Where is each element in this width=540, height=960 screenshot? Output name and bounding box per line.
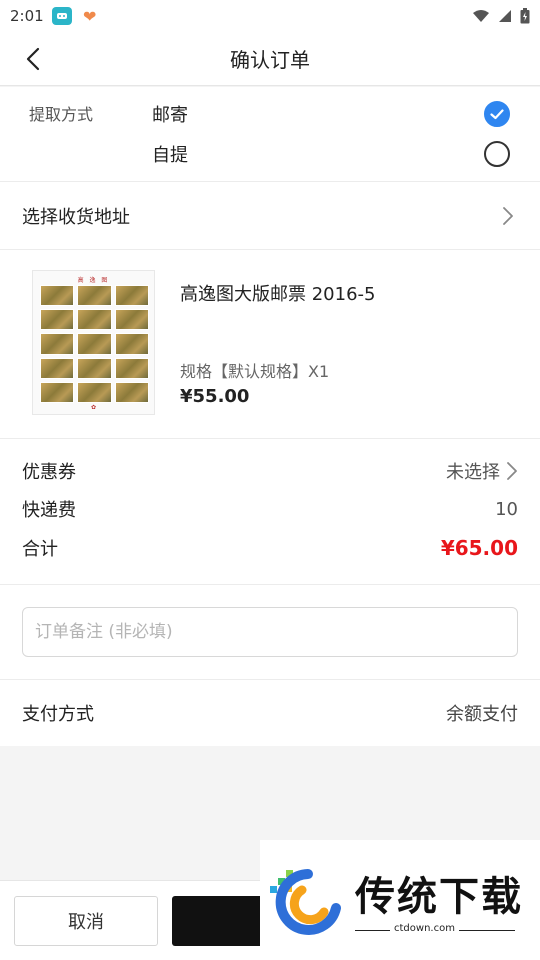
stamp-cell	[77, 285, 112, 307]
shipping-fee-value: 10	[495, 498, 518, 520]
payment-method-row[interactable]: 支付方式 余额支付	[0, 680, 540, 746]
watermark-url: ctdown.com	[390, 923, 459, 934]
status-time: 2:01	[10, 7, 44, 25]
order-remark-input[interactable]	[22, 607, 518, 657]
stamp-cell	[114, 333, 149, 355]
select-address-row[interactable]: 选择收货地址	[0, 182, 540, 249]
chevron-right-icon	[507, 462, 517, 480]
product-image: 高 逸 图 ✿	[32, 270, 155, 415]
select-address-label: 选择收货地址	[22, 206, 130, 228]
product-card: 高 逸 图 ✿ 高逸图大版邮票 2016-5 规格【默认规格】X1 ¥55.00	[0, 250, 540, 438]
delivery-method-label: 提取方式	[29, 105, 94, 124]
stamp-sheet-header: 高 逸 图	[77, 277, 110, 284]
delivery-method-section: 提取方式 邮寄 自提	[0, 87, 540, 181]
payment-method-label: 支付方式	[22, 704, 94, 725]
payment-method-value: 余额支付	[446, 704, 518, 725]
product-price: ¥55.00	[180, 386, 250, 407]
chevron-left-icon	[26, 47, 40, 71]
shipping-fee-row: 快递费 10	[22, 494, 518, 524]
stamp-cell	[114, 357, 149, 379]
delivery-option-pickup[interactable]: 自提	[152, 141, 188, 167]
coupon-value-text: 未选择	[446, 462, 500, 483]
stamp-cell	[40, 357, 75, 379]
coupon-value: 未选择	[446, 458, 518, 484]
ctdown-logo-icon	[270, 869, 341, 935]
total-label: 合计	[22, 539, 58, 560]
stamp-cell	[114, 285, 149, 307]
watermark-brand: 传统下载	[355, 874, 523, 920]
total-row: 合计 ¥65.00	[22, 533, 518, 563]
battery-icon	[520, 8, 530, 24]
signal-icon	[499, 10, 511, 22]
delivery-option-pickup-radio[interactable]	[484, 141, 510, 167]
delivery-option-mail[interactable]: 邮寄	[152, 101, 188, 127]
cancel-button[interactable]: 取消	[14, 896, 158, 946]
stamp-cell	[77, 333, 112, 355]
stamp-cell	[77, 309, 112, 331]
stamp-sheet-footer: ✿	[90, 404, 97, 411]
page-title: 确认订单	[230, 48, 310, 72]
watermark: 传统下载 ctdown.com	[260, 840, 540, 960]
stamp-cell	[40, 309, 75, 331]
stamp-cell	[40, 333, 75, 355]
stamp-cell	[77, 381, 112, 403]
check-icon	[490, 108, 504, 119]
heart-notification-icon: ❤	[82, 6, 97, 26]
delivery-option-mail-radio[interactable]	[484, 101, 510, 127]
stamp-cell	[77, 357, 112, 379]
app-bar: 确认订单	[0, 32, 540, 86]
app-notification-icon	[51, 7, 72, 25]
stamp-cell	[40, 381, 75, 403]
product-spec: 规格【默认规格】X1	[180, 362, 330, 381]
stamp-cell	[114, 381, 149, 403]
total-value: ¥65.00	[440, 536, 518, 560]
wifi-icon	[473, 10, 489, 22]
back-button[interactable]	[18, 44, 48, 74]
chevron-right-icon	[503, 206, 513, 225]
status-bar: 2:01 ❤	[0, 0, 540, 32]
coupon-row[interactable]: 优惠券 未选择	[22, 456, 518, 486]
product-name: 高逸图大版邮票 2016-5	[180, 284, 376, 305]
shipping-fee-label: 快递费	[22, 500, 76, 521]
stamp-cell	[114, 309, 149, 331]
order-remark-section	[0, 585, 540, 679]
coupon-label: 优惠券	[22, 462, 76, 483]
stamp-cell	[40, 285, 75, 307]
status-icons	[472, 8, 530, 24]
stamp-grid	[40, 285, 149, 403]
cost-summary: 优惠券 未选择 快递费 10 合计 ¥65.00	[0, 439, 540, 584]
